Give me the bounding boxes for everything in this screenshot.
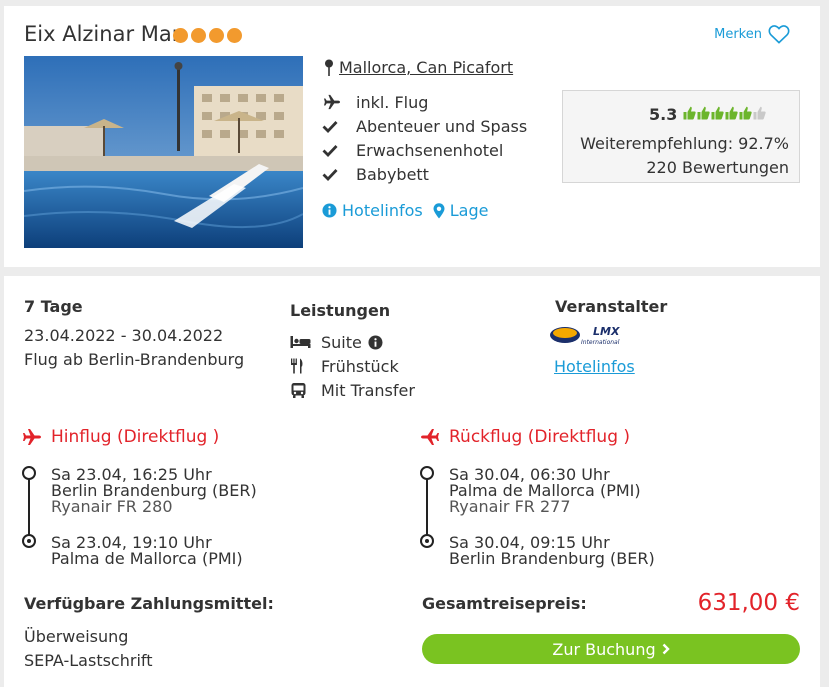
lage-label: Lage — [449, 201, 489, 220]
leistung-label: Frühstück — [321, 356, 399, 376]
merken-label: Merken — [714, 26, 762, 42]
trip-duration: 7 Tage — [24, 297, 83, 316]
feature-item: inkl. Flug — [322, 90, 527, 114]
thumb-up-icon — [711, 105, 725, 124]
payment-title: Verfügbare Zahlungsmittel: — [24, 594, 274, 613]
veranstalter-title: Veranstalter — [555, 297, 668, 316]
leistung-label: Mit Transfer — [321, 380, 415, 400]
bed-icon — [290, 335, 321, 349]
feature-label: Erwachsenenhotel — [356, 140, 504, 160]
total-price: 631,00 € — [697, 590, 800, 616]
check-icon — [322, 144, 356, 157]
thumb-up-icon — [753, 105, 767, 124]
payment-method: SEPA-Lastschrift — [24, 651, 153, 670]
leistung-item: Mit Transfer — [290, 378, 415, 402]
return-timeline — [426, 473, 428, 539]
feature-item: Abenteuer und Spass — [322, 114, 527, 138]
outbound-airline: Ryanair FR 280 — [51, 497, 173, 516]
thumb-up-icon — [683, 105, 697, 124]
lmx-logo: LMX International — [549, 324, 629, 350]
outbound-arrival: Sa 23.04, 19:10 Uhr Palma de Mallorca (P… — [51, 535, 243, 567]
hotel-image[interactable] — [24, 56, 303, 248]
map-marker-icon — [433, 202, 445, 218]
plane-icon — [421, 429, 439, 445]
star-icon — [209, 28, 224, 43]
price-label: Gesamtreisepreis: — [422, 594, 587, 613]
star-icon — [227, 28, 242, 43]
hotel-name[interactable]: Eix Alzinar Mar — [24, 22, 180, 46]
check-icon — [322, 168, 356, 181]
return-airline: Ryanair FR 277 — [449, 497, 571, 516]
plane-icon — [23, 429, 41, 445]
return-title: Rückflug (Direktflug ) — [449, 427, 631, 447]
hotelinfos-label: Hotelinfos — [342, 201, 423, 220]
outbound-timeline — [28, 473, 30, 539]
outbound-arr-airport: Palma de Mallorca (PMI) — [51, 549, 243, 568]
bus-icon — [290, 382, 321, 399]
feature-label: Abenteuer und Spass — [356, 116, 528, 136]
hotel-stars — [173, 28, 242, 43]
hotel-card: Eix Alzinar Mar Merken Mallorca, Can Pic… — [4, 6, 820, 267]
feature-item: Babybett — [322, 162, 527, 186]
rating-box[interactable]: 5.3 Weiterempfehlung: 92.7% 220 Bewertun… — [562, 90, 800, 183]
star-icon — [191, 28, 206, 43]
review-count: 220 Bewertungen — [646, 158, 789, 177]
thumb-up-icon — [739, 105, 753, 124]
leistung-item: Suite — [290, 330, 415, 354]
booking-button[interactable]: Zur Buchung — [422, 634, 800, 664]
return-flight-header: Rückflug (Direktflug ) — [420, 427, 630, 447]
thumb-up-icon — [697, 105, 711, 124]
thumb-up-icon — [725, 105, 739, 124]
return-departure: Sa 30.04, 06:30 Uhr Palma de Mallorca (P… — [449, 467, 641, 515]
feature-label: Babybett — [356, 164, 429, 184]
return-arr-airport: Berlin Brandenburg (BER) — [449, 549, 655, 568]
veranstalter-hotelinfos-link[interactable]: Hotelinfos — [554, 357, 635, 376]
offer-card: 7 Tage 23.04.2022 - 30.04.2022 Flug ab B… — [4, 276, 820, 687]
outbound-departure: Sa 23.04, 16:25 Uhr Berlin Brandenburg (… — [51, 467, 257, 515]
map-pin-icon — [325, 59, 333, 76]
check-icon — [322, 120, 356, 133]
rating-score-row: 5.3 — [649, 105, 767, 124]
outbound-departure-dot — [22, 466, 36, 480]
cutlery-icon — [290, 358, 321, 374]
return-arrival: Sa 30.04, 09:15 Uhr Berlin Brandenburg (… — [449, 535, 655, 567]
info-icon[interactable] — [368, 334, 383, 350]
leistungen-title: Leistungen — [290, 301, 391, 320]
star-icon — [173, 28, 188, 43]
departure-airport: Flug ab Berlin-Brandenburg — [24, 350, 245, 369]
plane-icon — [322, 94, 356, 110]
heart-icon — [768, 25, 790, 44]
recommendation-rate: Weiterempfehlung: 92.7% — [580, 134, 789, 153]
location-link[interactable]: Mallorca, Can Picafort — [339, 58, 513, 77]
booking-button-label: Zur Buchung — [552, 639, 656, 659]
hotel-location[interactable]: Mallorca, Can Picafort — [324, 58, 513, 77]
hotelinfos-link[interactable]: Hotelinfos — [322, 201, 423, 220]
return-arrival-dot — [420, 534, 434, 548]
chevron-right-icon — [662, 643, 670, 655]
outbound-arrival-dot — [22, 534, 36, 548]
merken-button[interactable]: Merken — [714, 24, 790, 44]
info-icon — [322, 203, 337, 218]
lage-link[interactable]: Lage — [433, 201, 489, 220]
payment-method: Überweisung — [24, 627, 129, 646]
feature-item: Erwachsenenhotel — [322, 138, 527, 162]
trip-dates: 23.04.2022 - 30.04.2022 — [24, 326, 224, 345]
leistungen-list: Suite Frühstück Mit Transfer — [290, 330, 415, 402]
leistung-item: Frühstück — [290, 354, 415, 378]
hotel-links: Hotelinfos Lage — [322, 201, 488, 220]
feature-label: inkl. Flug — [356, 92, 429, 112]
rating-thumbs — [683, 105, 767, 124]
return-departure-dot — [420, 466, 434, 480]
feature-list: inkl. Flug Abenteuer und Spass Erwachsenen… — [322, 90, 527, 186]
rating-score: 5.3 — [649, 105, 678, 124]
lmx-logo-line1: LMX — [593, 325, 620, 338]
leistung-label: Suite — [321, 332, 362, 352]
outbound-title: Hinflug (Direktflug ) — [51, 427, 220, 447]
lmx-logo-line2: International — [581, 339, 620, 346]
outbound-flight-header: Hinflug (Direktflug ) — [22, 427, 219, 447]
